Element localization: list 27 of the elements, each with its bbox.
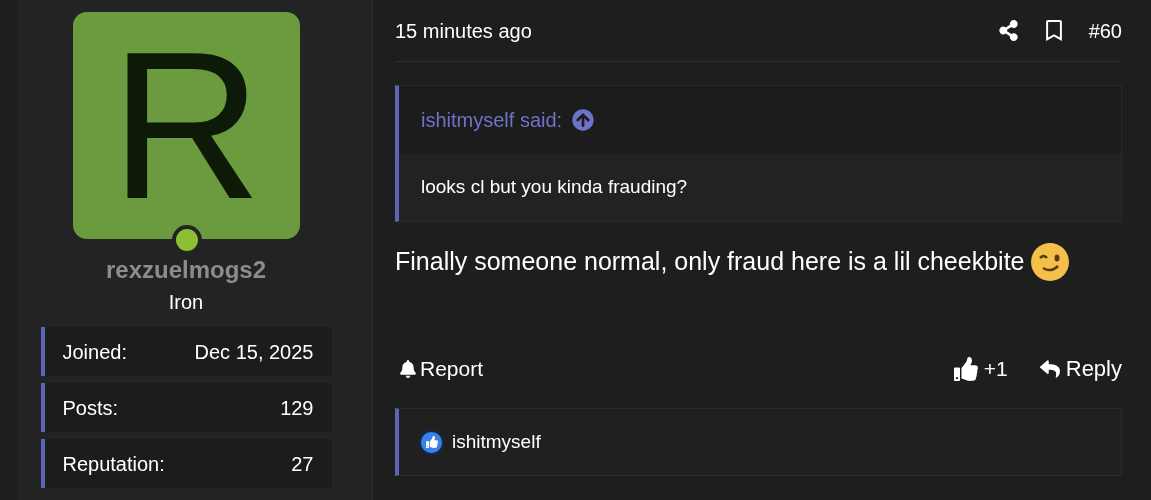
username-link[interactable]: rexzuelmogs2: [105, 255, 267, 285]
stat-value: Dec 15, 2025: [194, 339, 314, 365]
reply-icon: [1039, 358, 1060, 379]
stat-value: 129: [280, 395, 314, 421]
thumbs-up-icon: [953, 356, 978, 381]
reaction-user-link[interactable]: ishitmyself: [452, 427, 541, 457]
avatar-letter: R: [110, 20, 262, 231]
like-reaction-icon: [419, 429, 444, 455]
arrow-up-icon[interactable]: [572, 109, 595, 131]
bookmark-icon[interactable]: [1044, 20, 1063, 41]
avatar[interactable]: R: [72, 12, 300, 239]
stat-label: Reputation:: [62, 451, 165, 477]
like-button[interactable]: +1: [953, 352, 1008, 385]
report-button[interactable]: Report: [399, 352, 484, 385]
stat-value: 27: [291, 451, 314, 477]
quote-author[interactable]: ishitmyself said:: [421, 105, 563, 135]
reply-button[interactable]: Reply: [1039, 352, 1122, 385]
post-number-link[interactable]: #60: [1088, 15, 1122, 46]
share-icon[interactable]: [997, 20, 1019, 41]
user-rank: Iron: [168, 290, 204, 315]
winking-face-icon: [1030, 242, 1071, 282]
quote-text: looks cl but you kinda frauding?: [421, 175, 688, 200]
stat-label: Joined:: [62, 339, 127, 365]
stat-label: Posts:: [62, 395, 119, 421]
post-message: Finally someone normal, only fraud here is a lil cheekbite: [395, 246, 1025, 278]
bell-icon: [399, 359, 417, 378]
post-time[interactable]: 15 minutes ago: [395, 15, 532, 46]
